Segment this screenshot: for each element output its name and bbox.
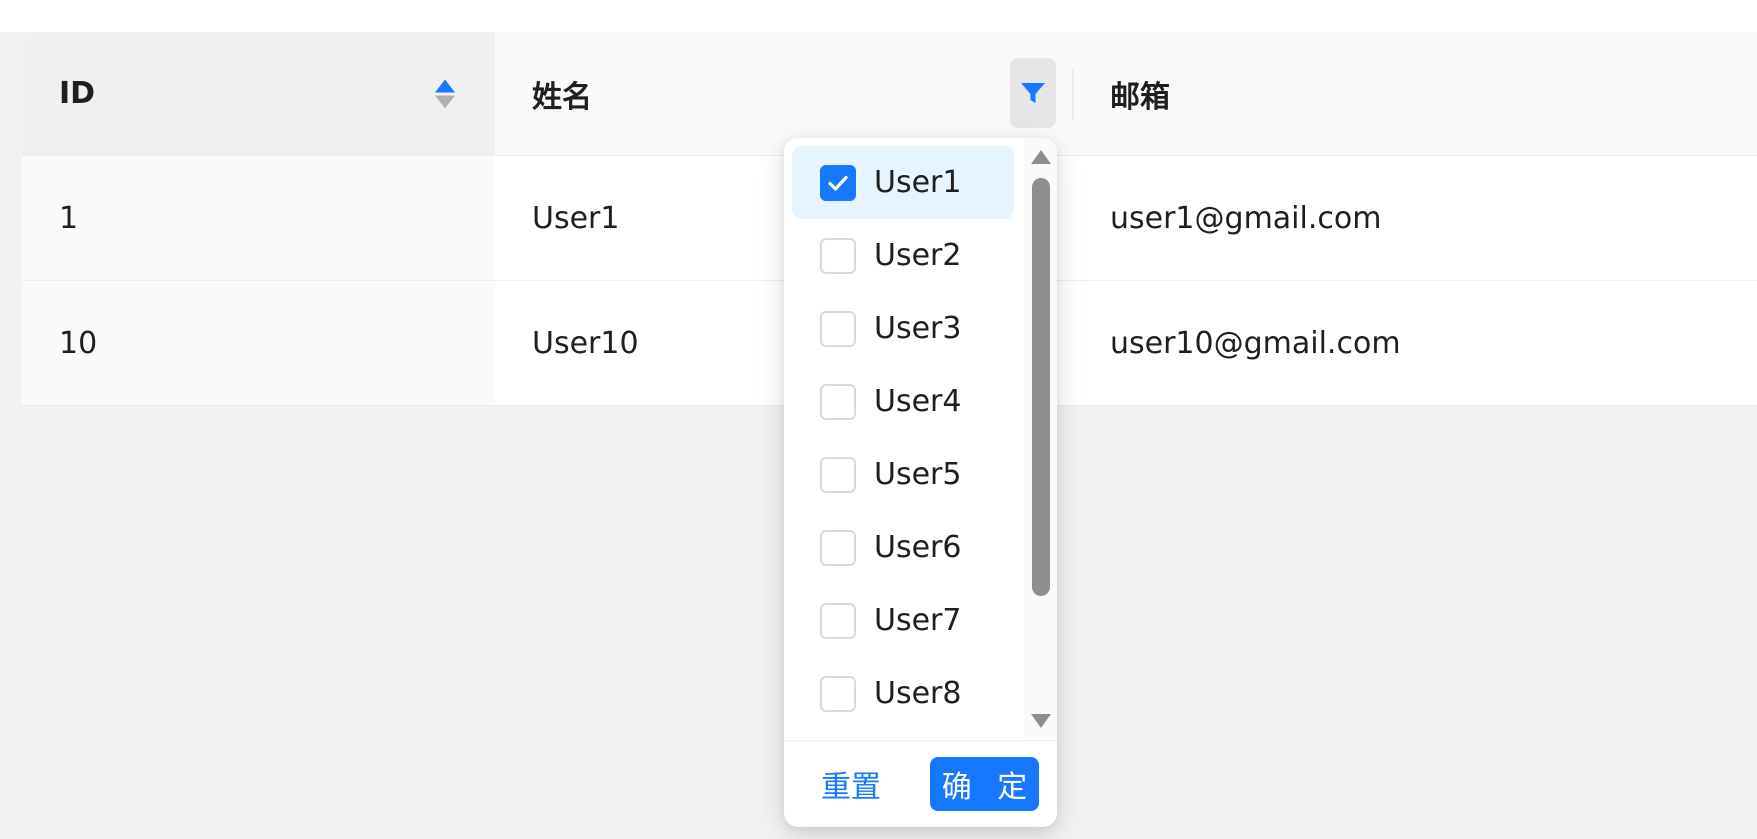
- check-icon: [828, 175, 848, 191]
- column-header-label: ID: [59, 76, 96, 111]
- page-top-strip: [0, 0, 1757, 32]
- checkbox[interactable]: [820, 602, 856, 639]
- scrollbar[interactable]: [1024, 138, 1057, 740]
- cell-text: user1@gmail.com: [1110, 200, 1382, 236]
- filter-trigger-button[interactable]: [1010, 58, 1056, 128]
- filter-option[interactable]: User2: [792, 219, 1014, 292]
- filter-option-label: User2: [874, 238, 962, 273]
- column-header-id[interactable]: ID: [22, 32, 495, 155]
- filter-funnel-icon: [1021, 83, 1045, 103]
- cell-email: user10@gmail.com: [1073, 281, 1757, 405]
- cell-id: 10: [22, 281, 495, 405]
- checkbox[interactable]: [820, 237, 856, 274]
- filter-option-label: User4: [874, 384, 962, 419]
- cell-text: user10@gmail.com: [1110, 325, 1401, 361]
- filter-option-label: User7: [874, 603, 962, 638]
- sort-ascend-icon[interactable]: [435, 79, 455, 92]
- column-header-label: 邮箱: [1110, 79, 1170, 115]
- column-divider: [1072, 68, 1074, 120]
- filter-option[interactable]: User3: [792, 292, 1014, 365]
- sort-caret-icon[interactable]: [435, 79, 455, 108]
- cell-text: User1: [532, 200, 620, 236]
- filter-option[interactable]: User8: [792, 657, 1014, 730]
- checkbox[interactable]: [820, 383, 856, 420]
- filter-option[interactable]: User1: [792, 146, 1014, 219]
- cell-text: User10: [532, 325, 639, 361]
- filter-dropdown: User1 User2 User3 User4 User5 User6 User…: [784, 138, 1057, 827]
- cell-email: user1@gmail.com: [1073, 156, 1757, 280]
- cell-id: 1: [22, 156, 495, 280]
- filter-dropdown-footer: 重置 确 定: [784, 740, 1057, 827]
- filter-menu-list: User1 User2 User3 User4 User5 User6 User…: [792, 146, 1014, 730]
- filter-option-label: User8: [874, 676, 962, 711]
- column-header-email: 邮箱: [1073, 32, 1757, 155]
- scroll-up-arrow-icon[interactable]: [1031, 150, 1051, 164]
- checkbox[interactable]: [820, 675, 856, 712]
- confirm-button[interactable]: 确 定: [930, 757, 1039, 811]
- column-header-label: 姓名: [532, 79, 592, 115]
- reset-button[interactable]: 重置: [821, 762, 881, 806]
- sort-descend-icon[interactable]: [435, 95, 455, 108]
- filter-option-label: User6: [874, 530, 962, 565]
- checkbox[interactable]: [820, 529, 856, 566]
- scroll-down-arrow-icon[interactable]: [1031, 714, 1051, 728]
- checkbox[interactable]: [820, 164, 856, 201]
- column-header-name: 姓名: [495, 32, 1073, 155]
- filter-option[interactable]: User6: [792, 511, 1014, 584]
- filter-option-label: User5: [874, 457, 962, 492]
- cell-text: 1: [59, 200, 79, 236]
- scrollbar-thumb[interactable]: [1032, 178, 1050, 596]
- cell-text: 10: [59, 325, 98, 361]
- filter-option[interactable]: User4: [792, 365, 1014, 438]
- filter-option-label: User1: [874, 165, 962, 200]
- checkbox[interactable]: [820, 456, 856, 493]
- filter-option-label: User3: [874, 311, 962, 346]
- filter-option[interactable]: User7: [792, 584, 1014, 657]
- filter-option[interactable]: User5: [792, 438, 1014, 511]
- checkbox[interactable]: [820, 310, 856, 347]
